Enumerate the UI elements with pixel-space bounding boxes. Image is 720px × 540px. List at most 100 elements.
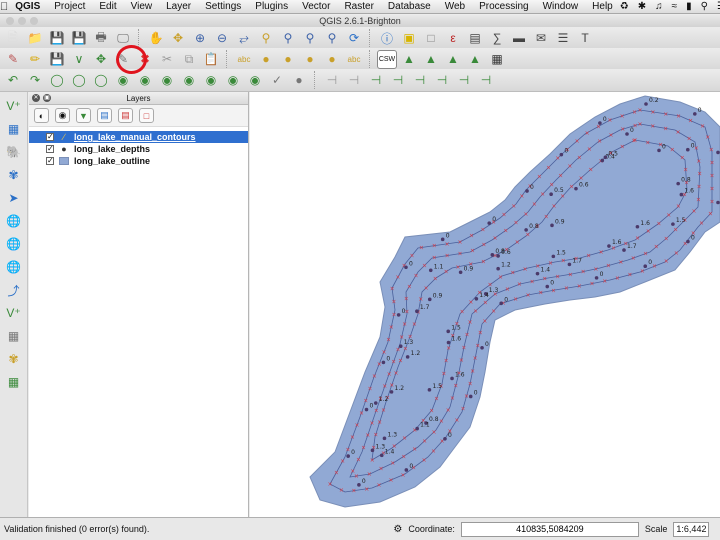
vertex-marker[interactable]: × [468, 381, 473, 388]
vertex-marker[interactable]: × [597, 138, 602, 145]
menu-window[interactable]: Window [536, 1, 586, 12]
vertex-marker[interactable]: × [631, 255, 636, 262]
vertex-marker[interactable]: × [700, 123, 705, 130]
bookmark-icon[interactable]: ☰ [553, 29, 573, 48]
georeferencer-icon[interactable]: ▲ [465, 50, 485, 69]
vertex-marker[interactable]: × [387, 371, 392, 378]
close-panel-icon[interactable]: ✕ [32, 94, 40, 102]
vertex-marker[interactable]: × [620, 126, 625, 133]
depth-point[interactable] [446, 329, 451, 334]
remove-layer-icon[interactable]: □ [139, 108, 154, 123]
toggle-editing-icon[interactable]: ✏ [25, 50, 45, 69]
add-postgis-icon[interactable]: 🐘 [3, 142, 25, 162]
vertex-icon[interactable]: ⊣ [454, 71, 474, 90]
vertex-marker[interactable]: × [403, 346, 408, 353]
vertex-marker[interactable]: × [350, 434, 355, 441]
depth-point[interactable] [415, 309, 419, 314]
vertex-marker[interactable]: × [525, 231, 530, 238]
scale-combobox[interactable]: 1:6,442 [673, 521, 710, 537]
depth-point[interactable] [415, 426, 419, 431]
vertex-marker[interactable]: × [454, 417, 459, 424]
depth-point[interactable] [525, 189, 529, 193]
vertex-marker[interactable]: × [398, 358, 403, 365]
vertex-marker[interactable]: × [422, 263, 427, 270]
vertex-marker[interactable]: × [468, 319, 473, 326]
vertex-marker[interactable]: × [540, 191, 545, 198]
vertex-marker[interactable]: × [345, 446, 350, 453]
vertex-marker[interactable]: × [409, 252, 414, 259]
cut-features-icon[interactable]: ✂ [157, 50, 177, 69]
pan-icon[interactable]: ✋ [146, 29, 166, 48]
vertex-marker[interactable]: × [453, 382, 458, 389]
depth-point[interactable] [443, 437, 447, 441]
rotate-symbols-icon[interactable]: ⊣ [322, 71, 342, 90]
vertex-marker[interactable]: × [514, 219, 519, 226]
add-delimited-text-icon[interactable]: ⤴ [3, 280, 25, 300]
add-wms-icon[interactable]: 🌐 [3, 211, 25, 231]
vertex-marker[interactable]: × [446, 345, 451, 352]
vertex-marker[interactable]: × [696, 158, 701, 165]
vertex-marker[interactable]: × [551, 287, 556, 294]
vertex-marker[interactable]: × [602, 278, 607, 285]
vertex-marker[interactable]: × [645, 139, 650, 146]
statistics-icon[interactable]: ∑ [487, 29, 507, 48]
map-tips-icon[interactable]: ✉ [531, 29, 551, 48]
vertex-marker[interactable]: × [569, 184, 574, 191]
wifi-icon[interactable]: ≈ [672, 1, 678, 12]
text-annotation-icon[interactable]: T [575, 29, 595, 48]
vertex-marker[interactable]: × [709, 198, 714, 205]
vertex-marker[interactable]: × [445, 253, 450, 260]
depth-point[interactable] [657, 148, 661, 153]
digitize-icon[interactable]: ⊣ [388, 71, 408, 90]
depth-point[interactable] [676, 181, 680, 186]
composer-manager-icon[interactable]: 🖵 [113, 29, 133, 48]
vertex-marker[interactable]: × [328, 481, 333, 488]
vertex-marker[interactable]: × [340, 458, 345, 465]
vertex-marker[interactable]: × [652, 263, 657, 270]
depth-point[interactable] [559, 152, 564, 157]
vertex-marker[interactable]: × [439, 418, 444, 425]
layer-visibility-checkbox[interactable]: ✓ [46, 157, 54, 165]
vertex-marker[interactable]: × [503, 227, 508, 234]
node-tool-icon[interactable]: ✎ [113, 50, 133, 69]
zoom-full-icon[interactable]: ⥂ [234, 29, 254, 48]
vertex-marker[interactable]: × [664, 235, 669, 242]
topology-icon[interactable]: ⊣ [366, 71, 386, 90]
vertex-marker[interactable]: × [498, 274, 503, 281]
vertex-marker[interactable]: × [709, 146, 714, 153]
vertex-marker[interactable]: × [351, 488, 356, 495]
map-svg[interactable]: × × × × × × × × × × × × × × × × × × × × × × × × × × × × × × × × × × × × × × × ×… [250, 92, 720, 517]
layer-row-contours[interactable]: ✓ ∕ long_lake_manual_contours [29, 131, 248, 143]
filter-legend-icon[interactable]: ▼ [76, 108, 91, 123]
depth-point[interactable] [450, 376, 454, 381]
vertex-marker[interactable]: × [419, 245, 424, 252]
close-window-icon[interactable] [6, 17, 14, 25]
save-as-icon[interactable]: 💾 [69, 29, 89, 48]
depth-point[interactable] [635, 224, 640, 229]
copy-features-icon[interactable]: ⧉ [179, 50, 199, 69]
depth-point[interactable] [600, 158, 605, 163]
deselect-icon[interactable]: □ [421, 29, 441, 48]
add-ring-icon[interactable]: ◯ [69, 71, 89, 90]
vertex-marker[interactable]: × [429, 407, 434, 414]
vertex-marker[interactable]: × [389, 477, 394, 484]
vertex-marker[interactable]: × [588, 166, 593, 173]
vertex-marker[interactable]: × [468, 299, 473, 306]
depth-point[interactable] [346, 454, 350, 458]
vertex-marker[interactable]: × [546, 164, 551, 171]
vertex-marker[interactable]: × [670, 146, 675, 153]
depth-point[interactable] [405, 355, 410, 359]
vertex-marker[interactable]: × [431, 448, 436, 455]
vertex-marker[interactable]: × [675, 129, 680, 136]
menu-edit[interactable]: Edit [92, 1, 123, 12]
vertex-marker[interactable]: × [456, 264, 461, 271]
menu-view[interactable]: View [124, 1, 160, 12]
depth-point[interactable] [644, 102, 648, 106]
zoom-window-icon[interactable] [30, 17, 38, 25]
delete-part-icon[interactable]: ◉ [157, 71, 177, 90]
depth-point[interactable] [404, 265, 408, 270]
style-layer-icon[interactable]: ◐ [34, 108, 49, 123]
simplify-icon[interactable]: ◯ [47, 71, 67, 90]
vertex-marker[interactable]: × [424, 285, 429, 292]
vertex-marker[interactable]: × [709, 185, 714, 192]
